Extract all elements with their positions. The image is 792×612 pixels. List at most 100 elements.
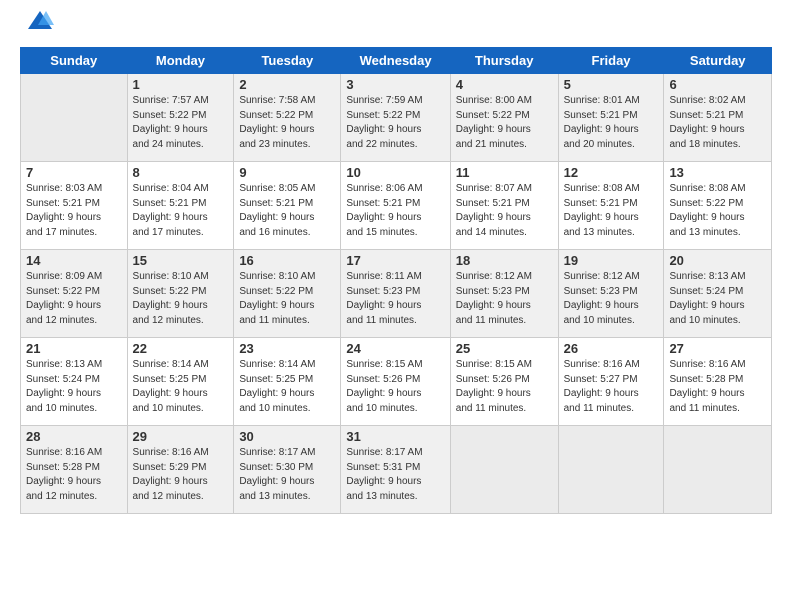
weekday-monday: Monday [127, 48, 234, 74]
calendar-cell [558, 426, 664, 514]
day-info: Sunrise: 8:14 AM Sunset: 5:25 PM Dayligh… [133, 358, 229, 416]
calendar-cell: 11 Sunrise: 8:07 AM Sunset: 5:21 PM Dayli… [450, 162, 558, 250]
day-number: 16 [239, 253, 335, 268]
day-info: Sunrise: 8:07 AM Sunset: 5:21 PM Dayligh… [456, 182, 553, 240]
day-info: Sunrise: 8:14 AM Sunset: 5:25 PM Dayligh… [239, 358, 335, 416]
day-info: Sunrise: 8:08 AM Sunset: 5:21 PM Dayligh… [564, 182, 659, 240]
day-number: 30 [239, 429, 335, 444]
weekday-sunday: Sunday [21, 48, 128, 74]
day-number: 11 [456, 165, 553, 180]
calendar-cell: 17 Sunrise: 8:11 AM Sunset: 5:23 PM Dayli… [341, 250, 450, 338]
page-container: SundayMondayTuesdayWednesdayThursdayFrid… [0, 0, 792, 612]
day-number: 13 [669, 165, 766, 180]
day-number: 12 [564, 165, 659, 180]
day-info: Sunrise: 8:12 AM Sunset: 5:23 PM Dayligh… [564, 270, 659, 328]
calendar-cell: 12 Sunrise: 8:08 AM Sunset: 5:21 PM Dayli… [558, 162, 664, 250]
calendar-cell: 13 Sunrise: 8:08 AM Sunset: 5:22 PM Dayli… [664, 162, 772, 250]
day-info: Sunrise: 7:58 AM Sunset: 5:22 PM Dayligh… [239, 94, 335, 152]
calendar-cell: 10 Sunrise: 8:06 AM Sunset: 5:21 PM Dayli… [341, 162, 450, 250]
header [20, 15, 772, 37]
day-info: Sunrise: 8:06 AM Sunset: 5:21 PM Dayligh… [346, 182, 444, 240]
calendar-cell: 23 Sunrise: 8:14 AM Sunset: 5:25 PM Dayli… [234, 338, 341, 426]
calendar-cell: 5 Sunrise: 8:01 AM Sunset: 5:21 PM Daylig… [558, 74, 664, 162]
day-number: 17 [346, 253, 444, 268]
calendar-cell: 14 Sunrise: 8:09 AM Sunset: 5:22 PM Dayli… [21, 250, 128, 338]
day-number: 4 [456, 77, 553, 92]
calendar-cell: 9Sunrise: 8:05 AM Sunset: 5:21 PM Daylig… [234, 162, 341, 250]
weekday-thursday: Thursday [450, 48, 558, 74]
weekday-tuesday: Tuesday [234, 48, 341, 74]
calendar-cell [450, 426, 558, 514]
calendar-cell: 19 Sunrise: 8:12 AM Sunset: 5:23 PM Dayli… [558, 250, 664, 338]
day-info: Sunrise: 8:08 AM Sunset: 5:22 PM Dayligh… [669, 182, 766, 240]
calendar-week-4: 21 Sunrise: 8:13 AM Sunset: 5:24 PM Dayli… [21, 338, 772, 426]
weekday-saturday: Saturday [664, 48, 772, 74]
day-info: Sunrise: 8:02 AM Sunset: 5:21 PM Dayligh… [669, 94, 766, 152]
calendar-cell: 1 Sunrise: 7:57 AM Sunset: 5:22 PM Daylig… [127, 74, 234, 162]
calendar-cell: 2 Sunrise: 7:58 AM Sunset: 5:22 PM Daylig… [234, 74, 341, 162]
calendar-cell: 3Sunrise: 7:59 AM Sunset: 5:22 PM Daylig… [341, 74, 450, 162]
calendar-cell: 20 Sunrise: 8:13 AM Sunset: 5:24 PM Dayli… [664, 250, 772, 338]
day-number: 21 [26, 341, 122, 356]
day-number: 3 [346, 77, 444, 92]
day-info: Sunrise: 8:01 AM Sunset: 5:21 PM Dayligh… [564, 94, 659, 152]
day-info: Sunrise: 8:15 AM Sunset: 5:26 PM Dayligh… [456, 358, 553, 416]
day-info: Sunrise: 8:00 AM Sunset: 5:22 PM Dayligh… [456, 94, 553, 152]
day-info: Sunrise: 8:16 AM Sunset: 5:27 PM Dayligh… [564, 358, 659, 416]
calendar-cell: 29Sunrise: 8:16 AM Sunset: 5:29 PM Dayli… [127, 426, 234, 514]
calendar-cell: 8 Sunrise: 8:04 AM Sunset: 5:21 PM Daylig… [127, 162, 234, 250]
day-info: Sunrise: 8:12 AM Sunset: 5:23 PM Dayligh… [456, 270, 553, 328]
day-info: Sunrise: 8:10 AM Sunset: 5:22 PM Dayligh… [133, 270, 229, 328]
calendar-cell [664, 426, 772, 514]
day-number: 10 [346, 165, 444, 180]
day-number: 18 [456, 253, 553, 268]
calendar-week-3: 14 Sunrise: 8:09 AM Sunset: 5:22 PM Dayli… [21, 250, 772, 338]
day-info: Sunrise: 8:17 AM Sunset: 5:30 PM Dayligh… [239, 446, 335, 504]
weekday-friday: Friday [558, 48, 664, 74]
calendar-cell [21, 74, 128, 162]
day-number: 20 [669, 253, 766, 268]
calendar-cell: 18 Sunrise: 8:12 AM Sunset: 5:23 PM Dayli… [450, 250, 558, 338]
day-number: 27 [669, 341, 766, 356]
day-info: Sunrise: 7:57 AM Sunset: 5:22 PM Dayligh… [133, 94, 229, 152]
calendar-cell: 25 Sunrise: 8:15 AM Sunset: 5:26 PM Dayli… [450, 338, 558, 426]
day-info: Sunrise: 8:13 AM Sunset: 5:24 PM Dayligh… [669, 270, 766, 328]
calendar-cell: 27Sunrise: 8:16 AM Sunset: 5:28 PM Dayli… [664, 338, 772, 426]
day-number: 14 [26, 253, 122, 268]
day-info: Sunrise: 8:17 AM Sunset: 5:31 PM Dayligh… [346, 446, 444, 504]
calendar-cell: 6Sunrise: 8:02 AM Sunset: 5:21 PM Daylig… [664, 74, 772, 162]
calendar-week-1: 1 Sunrise: 7:57 AM Sunset: 5:22 PM Daylig… [21, 74, 772, 162]
day-number: 19 [564, 253, 659, 268]
day-number: 9 [239, 165, 335, 180]
calendar-cell: 16 Sunrise: 8:10 AM Sunset: 5:22 PM Dayli… [234, 250, 341, 338]
day-number: 22 [133, 341, 229, 356]
calendar-cell: 31 Sunrise: 8:17 AM Sunset: 5:31 PM Dayli… [341, 426, 450, 514]
calendar-cell: 15 Sunrise: 8:10 AM Sunset: 5:22 PM Dayli… [127, 250, 234, 338]
day-number: 31 [346, 429, 444, 444]
logo [20, 15, 54, 37]
logo-icon [26, 7, 54, 35]
day-number: 28 [26, 429, 122, 444]
day-number: 7 [26, 165, 122, 180]
day-number: 5 [564, 77, 659, 92]
day-info: Sunrise: 8:04 AM Sunset: 5:21 PM Dayligh… [133, 182, 229, 240]
calendar-cell: 7Sunrise: 8:03 AM Sunset: 5:21 PM Daylig… [21, 162, 128, 250]
calendar-cell: 26 Sunrise: 8:16 AM Sunset: 5:27 PM Dayli… [558, 338, 664, 426]
calendar-cell: 4 Sunrise: 8:00 AM Sunset: 5:22 PM Daylig… [450, 74, 558, 162]
day-number: 2 [239, 77, 335, 92]
weekday-wednesday: Wednesday [341, 48, 450, 74]
day-info: Sunrise: 8:13 AM Sunset: 5:24 PM Dayligh… [26, 358, 122, 416]
day-info: Sunrise: 8:10 AM Sunset: 5:22 PM Dayligh… [239, 270, 335, 328]
day-info: Sunrise: 8:09 AM Sunset: 5:22 PM Dayligh… [26, 270, 122, 328]
day-number: 25 [456, 341, 553, 356]
day-number: 23 [239, 341, 335, 356]
day-info: Sunrise: 8:11 AM Sunset: 5:23 PM Dayligh… [346, 270, 444, 328]
calendar-table: SundayMondayTuesdayWednesdayThursdayFrid… [20, 47, 772, 514]
calendar-cell: 28 Sunrise: 8:16 AM Sunset: 5:28 PM Dayli… [21, 426, 128, 514]
day-info: Sunrise: 8:16 AM Sunset: 5:28 PM Dayligh… [26, 446, 122, 504]
day-number: 1 [133, 77, 229, 92]
day-number: 15 [133, 253, 229, 268]
day-number: 8 [133, 165, 229, 180]
day-number: 24 [346, 341, 444, 356]
day-number: 26 [564, 341, 659, 356]
